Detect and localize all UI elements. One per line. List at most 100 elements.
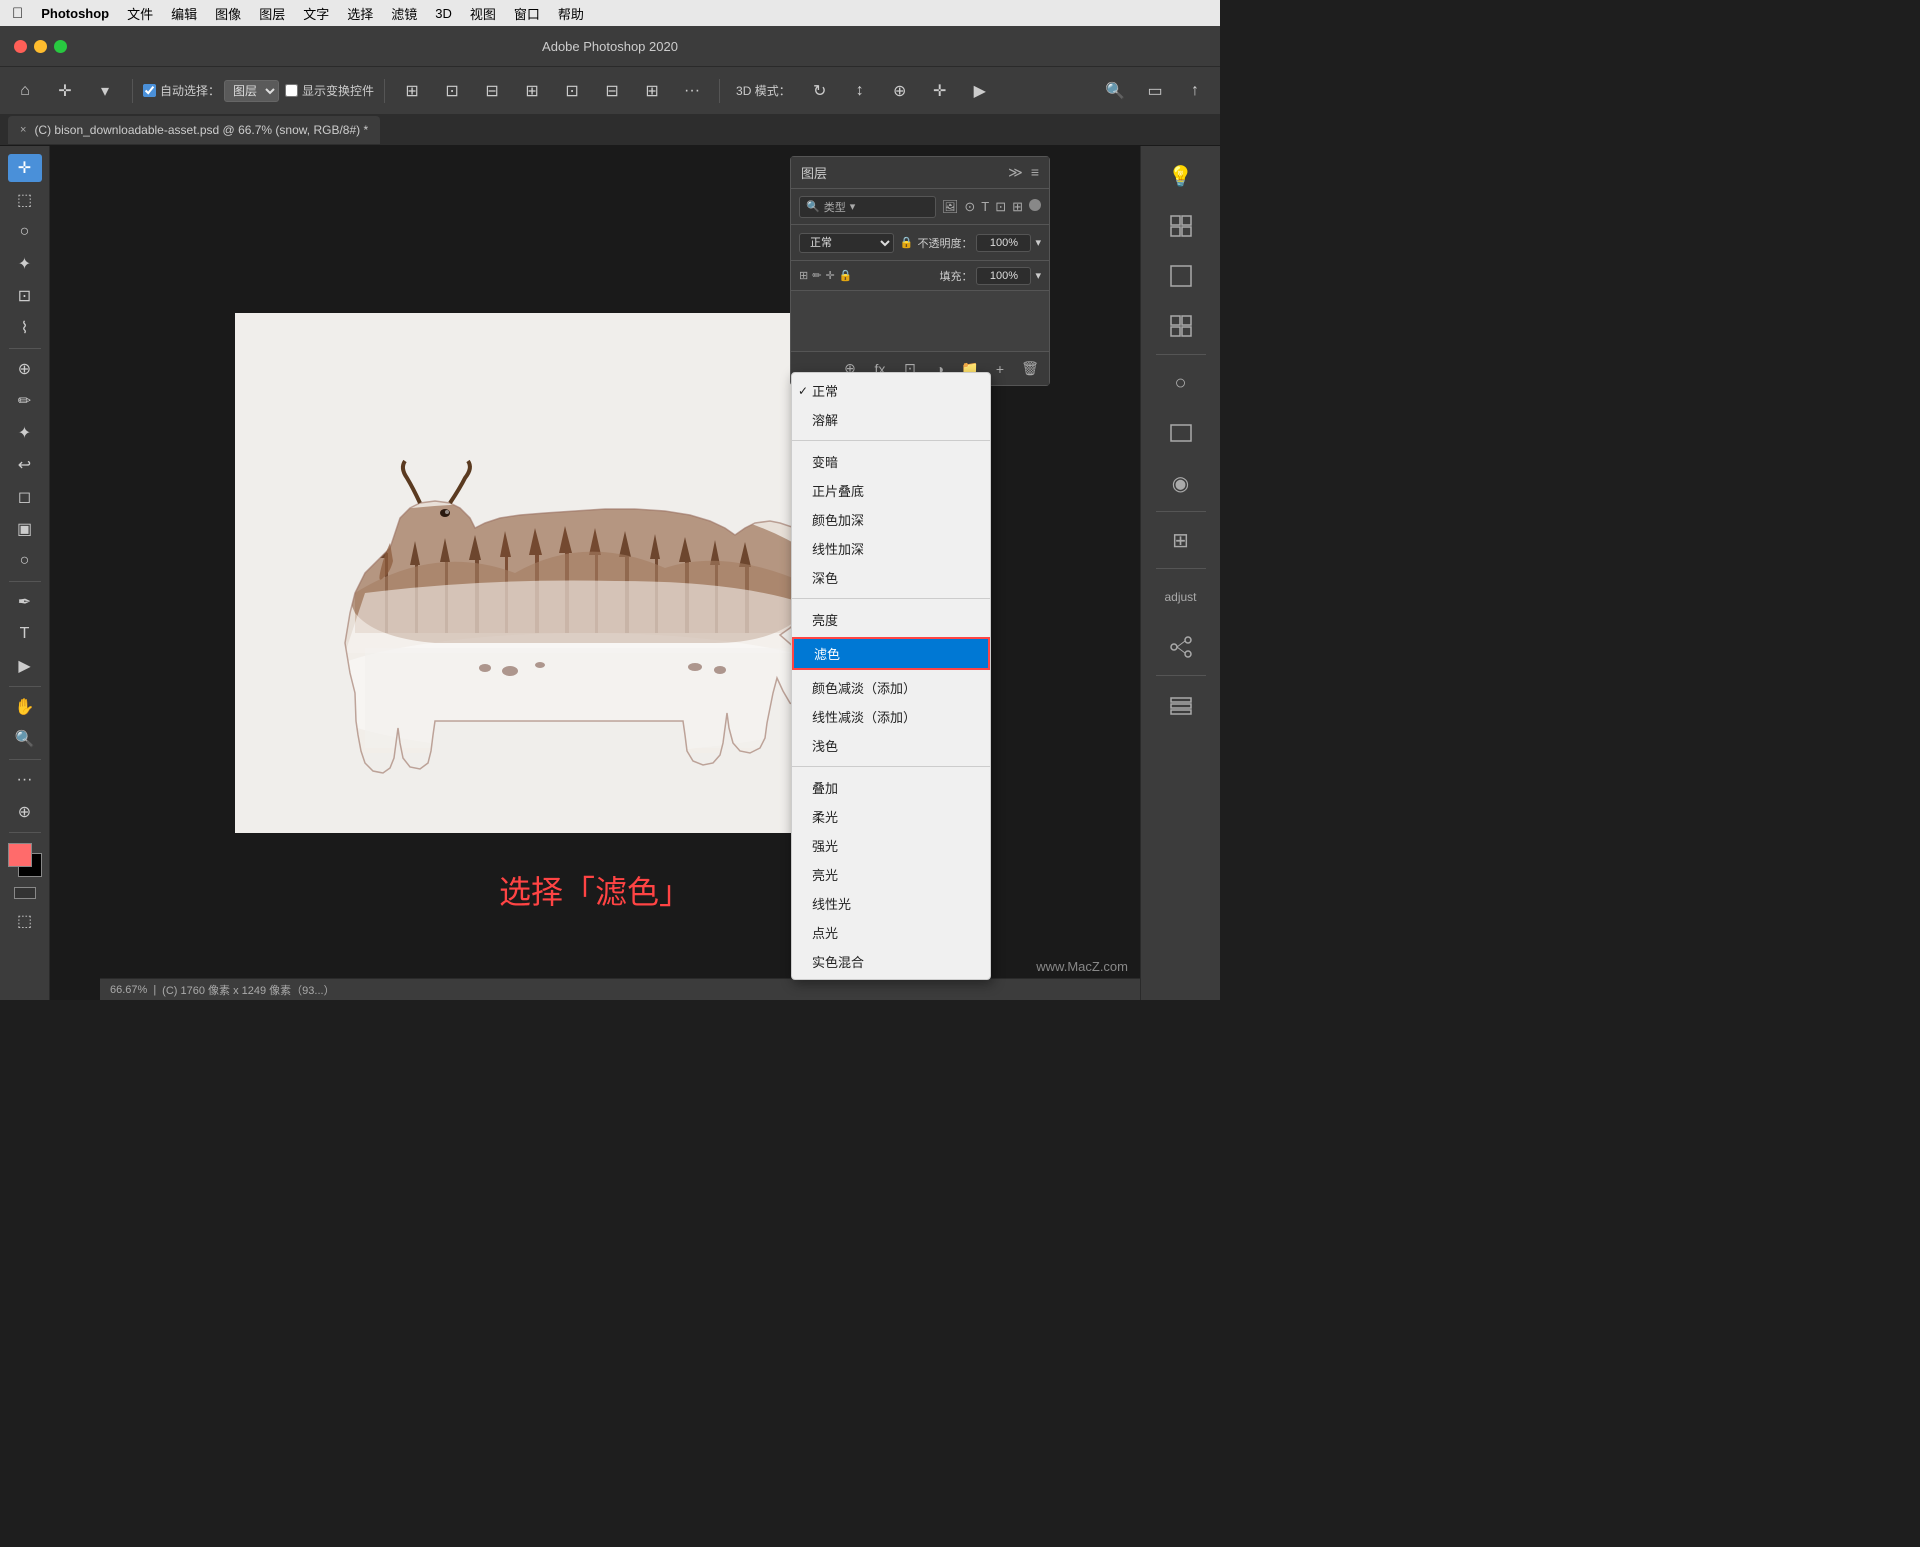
menu-filter[interactable]: 滤镜: [391, 4, 417, 23]
learn-panel-btn[interactable]: 💡: [1159, 154, 1203, 198]
share-btn[interactable]: ↑: [1178, 77, 1212, 105]
auto-select-check[interactable]: 自动选择： 图层: [143, 80, 279, 102]
menu-text[interactable]: 文字: [303, 4, 329, 23]
document-tab[interactable]: × (C) bison_downloadable-asset.psd @ 66.…: [8, 116, 380, 144]
blend-color-burn[interactable]: 颜色加深: [792, 505, 990, 534]
healing-brush[interactable]: ⊕: [8, 355, 42, 383]
align-bottom[interactable]: ⊟: [595, 77, 629, 105]
blend-overlay[interactable]: 叠加: [792, 773, 990, 802]
crop-tool[interactable]: ⊡: [8, 282, 42, 310]
marquee-tool[interactable]: ⬚: [8, 186, 42, 214]
text-tool[interactable]: T: [8, 620, 42, 648]
blend-color-dodge[interactable]: 颜色减淡（添加）: [792, 673, 990, 702]
opacity-value[interactable]: 100%: [976, 234, 1031, 252]
filter-dropdown-icon[interactable]: ▾: [850, 200, 856, 213]
brush-tool[interactable]: ✏: [8, 387, 42, 415]
move-dropdown[interactable]: ▾: [88, 77, 122, 105]
filter-shape-icon[interactable]: ⊡: [995, 199, 1006, 215]
eraser-tool[interactable]: ◻: [8, 483, 42, 511]
move-tool-btn[interactable]: ✛: [48, 77, 82, 105]
clone-stamp[interactable]: ✦: [8, 419, 42, 447]
layer-delete-btn[interactable]: 🗑: [1019, 358, 1041, 380]
dodge-tool[interactable]: ○: [8, 547, 42, 575]
apple-menu[interactable]: : [12, 5, 23, 22]
zoom-tool[interactable]: 🔍: [8, 725, 42, 753]
workspaces-btn[interactable]: ▭: [1138, 77, 1172, 105]
transform-check[interactable]: 显示变换控件: [285, 82, 374, 99]
panel-3-btn[interactable]: [1159, 254, 1203, 298]
blend-hard-mix[interactable]: 实色混合: [792, 947, 990, 976]
screen-mode-btn[interactable]: ⬚: [8, 907, 42, 935]
light-panel-btn[interactable]: ○: [1159, 361, 1203, 405]
fill-dropdown-icon[interactable]: ▾: [1035, 269, 1041, 282]
layer-new-btn[interactable]: +: [989, 358, 1011, 380]
search-btn[interactable]: 🔍: [1098, 77, 1132, 105]
gradient-tool[interactable]: ▣: [8, 515, 42, 543]
menu-help[interactable]: 帮助: [558, 4, 584, 23]
minimize-button[interactable]: [34, 40, 47, 53]
tab-close-btn[interactable]: ×: [20, 124, 26, 136]
blend-mode-dropdown[interactable]: 正常: [799, 233, 894, 253]
3d-move[interactable]: ✛: [923, 77, 957, 105]
auto-select-dropdown[interactable]: 图层: [224, 80, 279, 102]
align-left[interactable]: ⊞: [395, 77, 429, 105]
path-tool[interactable]: ▶: [8, 652, 42, 680]
menu-window[interactable]: 窗口: [514, 4, 540, 23]
align-right[interactable]: ⊟: [475, 77, 509, 105]
panel-4-btn[interactable]: [1159, 304, 1203, 348]
filter-smart-icon[interactable]: ⊞: [1012, 199, 1023, 215]
move-tool[interactable]: ✛: [8, 154, 42, 182]
distribute[interactable]: ⊞: [635, 77, 669, 105]
blend-screen[interactable]: 滤色: [792, 637, 990, 670]
blend-darken[interactable]: 变暗: [792, 447, 990, 476]
blend-lighten[interactable]: 亮度: [792, 605, 990, 634]
layers-icon-btn[interactable]: ⊞: [1159, 518, 1203, 562]
square-panel-btn[interactable]: [1159, 411, 1203, 455]
layers-menu-icon[interactable]: ≡: [1031, 164, 1039, 181]
magic-wand[interactable]: ✦: [8, 250, 42, 278]
3d-camera[interactable]: ▶: [963, 77, 997, 105]
layers-expand-icon[interactable]: ≫: [1008, 164, 1023, 181]
quick-mask-btn[interactable]: [14, 887, 36, 899]
menu-layer[interactable]: 图层: [259, 4, 285, 23]
extra-tools[interactable]: ···: [8, 766, 42, 794]
lock-transparent-icon[interactable]: ⊞: [799, 269, 808, 282]
fill-value[interactable]: 100%: [976, 267, 1031, 285]
history-brush[interactable]: ↩: [8, 451, 42, 479]
foreground-swatch[interactable]: [8, 843, 32, 867]
menu-photoshop[interactable]: Photoshop: [41, 6, 109, 21]
home-button[interactable]: ⌂: [8, 77, 42, 105]
filter-adjust-icon[interactable]: ⊙: [964, 199, 975, 215]
menu-file[interactable]: 文件: [127, 4, 153, 23]
blend-pin-light[interactable]: 点光: [792, 918, 990, 947]
align-center-v[interactable]: ⊡: [555, 77, 589, 105]
blend-normal[interactable]: 正常: [792, 376, 990, 405]
filter-type-icon[interactable]: T: [981, 199, 989, 215]
blend-vivid-light[interactable]: 亮光: [792, 860, 990, 889]
opacity-dropdown-icon[interactable]: ▾: [1035, 236, 1041, 249]
node-icon-btn[interactable]: [1159, 625, 1203, 669]
hand-tool[interactable]: ✋: [8, 693, 42, 721]
stack-layers-btn[interactable]: [1159, 682, 1203, 726]
3d-rotate[interactable]: ↻: [803, 77, 837, 105]
blend-multiply[interactable]: 正片叠底: [792, 476, 990, 505]
3d-pan[interactable]: ↕: [843, 77, 877, 105]
edit-toolbar[interactable]: ⊕: [8, 798, 42, 826]
3d-zoom[interactable]: ⊕: [883, 77, 917, 105]
filter-active-dot[interactable]: [1029, 199, 1041, 211]
lock-position-icon[interactable]: ✛: [825, 269, 834, 282]
align-center-h[interactable]: ⊡: [435, 77, 469, 105]
blend-lighter-color[interactable]: 浅色: [792, 731, 990, 760]
blend-linear-dodge[interactable]: 线性减淡（添加）: [792, 702, 990, 731]
blend-linear-burn[interactable]: 线性加深: [792, 534, 990, 563]
fullscreen-button[interactable]: [54, 40, 67, 53]
blend-hard-light[interactable]: 强光: [792, 831, 990, 860]
menu-view[interactable]: 视图: [470, 4, 496, 23]
blend-linear-light[interactable]: 线性光: [792, 889, 990, 918]
grid-panel-btn[interactable]: [1159, 204, 1203, 248]
menu-image[interactable]: 图像: [215, 4, 241, 23]
blend-dissolve[interactable]: 溶解: [792, 405, 990, 434]
close-button[interactable]: [14, 40, 27, 53]
pen-tool[interactable]: ✒: [8, 588, 42, 616]
circle-panel-btn[interactable]: ◉: [1159, 461, 1203, 505]
